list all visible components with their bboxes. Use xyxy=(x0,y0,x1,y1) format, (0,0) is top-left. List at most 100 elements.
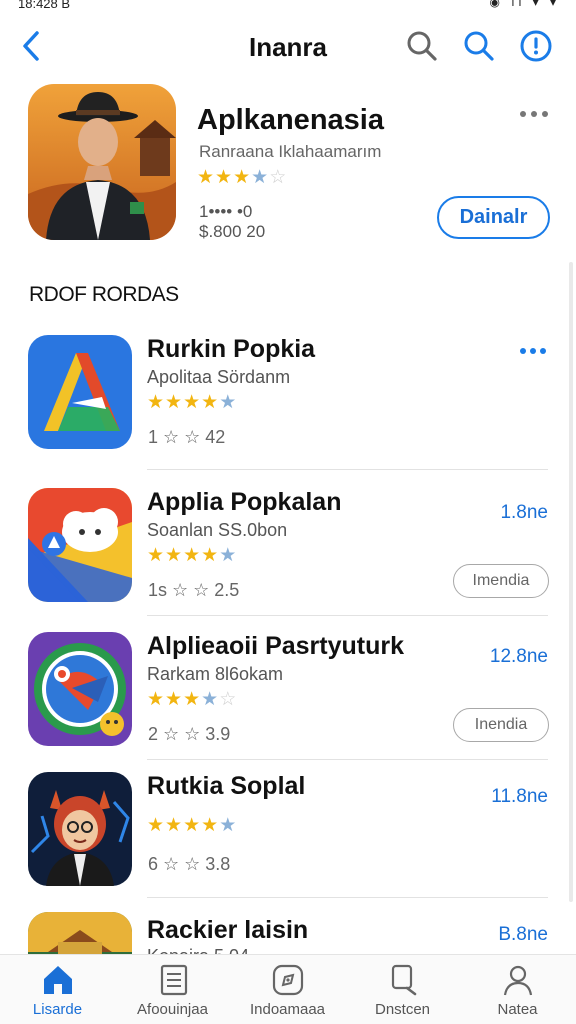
search-icon xyxy=(464,31,494,61)
star-icon: ★ xyxy=(219,392,238,413)
app-name: Rutkia Soplal xyxy=(147,772,306,800)
star-icon: ★ xyxy=(147,392,166,413)
featured-app-icon xyxy=(28,84,176,240)
tab-label: Lisarde xyxy=(32,1001,83,1018)
status-bar: 18:428 B ◉ ıl ▾ ▾ xyxy=(0,0,576,14)
star-icon: ★ xyxy=(201,392,220,413)
star-icon: ★ xyxy=(147,689,166,710)
star-icon: ☆ xyxy=(269,167,288,188)
info-button[interactable] xyxy=(516,26,556,66)
tab-search[interactable]: Dnstcen xyxy=(345,955,460,1024)
profile-icon xyxy=(503,965,532,996)
tab-label: Natea xyxy=(497,1001,538,1018)
star-icon: ★ xyxy=(183,545,202,566)
app-rating: ★★★★★ xyxy=(147,814,237,837)
star-icon: ☆ xyxy=(219,689,238,710)
more-options-button[interactable] xyxy=(516,104,552,124)
more-options-button[interactable] xyxy=(517,343,549,359)
star-icon: ★ xyxy=(165,815,184,836)
list-item[interactable]: Applia Popkalan Soanlan SS.0bon ★★★★★ 1s… xyxy=(0,488,576,633)
app-subtitle: Rarkam 8l6okam xyxy=(147,664,284,684)
app-icon xyxy=(28,335,132,449)
list-icon xyxy=(160,964,187,996)
app-get-button[interactable]: Imendia xyxy=(453,564,549,598)
star-icon: ★ xyxy=(165,392,184,413)
tab-bar: Lisarde Afoouinjaa Indoamaaa Dnstcen Nat… xyxy=(0,954,576,1024)
star-icon: ★ xyxy=(183,689,202,710)
star-icon: ★ xyxy=(219,545,238,566)
app-name: Rackier laisin xyxy=(147,916,309,944)
featured-app-price: $.800 20 xyxy=(199,222,266,241)
status-time: 18:428 B xyxy=(18,0,71,11)
app-price: 11.8ne xyxy=(491,786,548,807)
scrollbar[interactable] xyxy=(569,262,573,902)
list-item[interactable]: Rurkin Popkia Apolitaa Sördanm ★★★★★ 1 ☆… xyxy=(0,335,576,480)
app-get-button[interactable]: Inendia xyxy=(453,708,549,742)
app-meta: 1s ☆ ☆ 2.5 xyxy=(148,580,240,600)
divider xyxy=(147,615,548,616)
ellipsis-icon xyxy=(520,111,548,117)
star-icon: ★ xyxy=(201,815,220,836)
search-icon xyxy=(407,31,437,61)
star-icon: ★ xyxy=(183,815,202,836)
tab-label: Afoouinjaa xyxy=(137,1001,208,1018)
tab-profile[interactable]: Natea xyxy=(460,955,575,1024)
app-subtitle: Konaira 5.04 xyxy=(147,946,249,954)
star-icon: ★ xyxy=(165,545,184,566)
featured-app-name: Aplkanenasia xyxy=(197,104,384,136)
star-icon: ★ xyxy=(197,167,216,188)
featured-app-get-button[interactable]: Dainalr xyxy=(437,196,550,239)
app-meta: 2 ☆ ☆ 3.9 xyxy=(148,724,231,744)
search-tab-icon xyxy=(391,964,416,996)
featured-app-meta: 1•••• •0 xyxy=(199,202,253,221)
list-item[interactable]: Alplieaoii Pasrtyuturk Rarkam 8l6okam ★★… xyxy=(0,632,576,777)
star-icon: ★ xyxy=(219,815,238,836)
section-title: RDOF RORDAS xyxy=(29,283,179,306)
app-rating: ★★★★★ xyxy=(147,391,237,414)
discover-icon xyxy=(272,964,303,996)
tab-home[interactable]: Lisarde xyxy=(0,955,115,1024)
chevron-left-icon xyxy=(23,31,39,61)
app-rating: ★★★★☆ xyxy=(147,688,237,711)
tab-label: Indoamaaa xyxy=(249,1001,326,1018)
app-rating: ★★★★★ xyxy=(147,544,237,567)
star-icon: ★ xyxy=(201,689,220,710)
search-button[interactable] xyxy=(459,26,499,66)
app-name: Applia Popkalan xyxy=(147,488,342,516)
status-icons: ◉ ıl ▾ ▾ xyxy=(489,0,560,9)
app-subtitle: Apolitaa Sördanm xyxy=(147,367,291,387)
list-item[interactable]: Rackier laisin Konaira 5.04 B.8ne xyxy=(0,912,576,954)
nav-bar: Inanra xyxy=(0,20,576,76)
star-icon: ★ xyxy=(233,167,252,188)
star-icon: ★ xyxy=(183,392,202,413)
app-price: B.8ne xyxy=(498,924,548,945)
home-icon xyxy=(43,966,72,994)
app-price: 1.8ne xyxy=(500,502,548,523)
tab-label: Dnstcen xyxy=(374,1001,431,1018)
star-icon: ★ xyxy=(215,167,234,188)
divider xyxy=(147,897,548,898)
tab-list[interactable]: Afoouinjaa xyxy=(115,955,230,1024)
app-name: Rurkin Popkia xyxy=(147,335,316,363)
back-button[interactable] xyxy=(16,28,48,64)
app-meta: 1 ☆ ☆ 42 xyxy=(148,427,226,447)
app-price: 12.8ne xyxy=(489,646,548,667)
info-icon xyxy=(520,30,552,62)
featured-app[interactable]: Aplkanenasia Ranraana Iklahaamarım ★★★★☆… xyxy=(0,84,576,264)
divider xyxy=(147,759,548,760)
app-name: Alplieaoii Pasrtyuturk xyxy=(147,632,405,660)
tab-discover[interactable]: Indoamaaa xyxy=(230,955,345,1024)
app-icon xyxy=(28,488,132,602)
app-icon xyxy=(28,912,132,954)
divider xyxy=(147,469,548,470)
ellipsis-icon xyxy=(520,348,546,354)
search-button-secondary[interactable] xyxy=(402,26,442,66)
list-item[interactable]: Rutkia Soplal ★★★★★ 6 ☆ ☆ 3.8 11.8ne xyxy=(0,772,576,917)
star-icon: ★ xyxy=(147,545,166,566)
featured-app-rating: ★★★★☆ xyxy=(197,166,287,189)
app-icon xyxy=(28,772,132,886)
star-icon: ★ xyxy=(201,545,220,566)
star-icon: ★ xyxy=(165,689,184,710)
app-icon xyxy=(28,632,132,746)
app-meta: 6 ☆ ☆ 3.8 xyxy=(148,854,231,874)
